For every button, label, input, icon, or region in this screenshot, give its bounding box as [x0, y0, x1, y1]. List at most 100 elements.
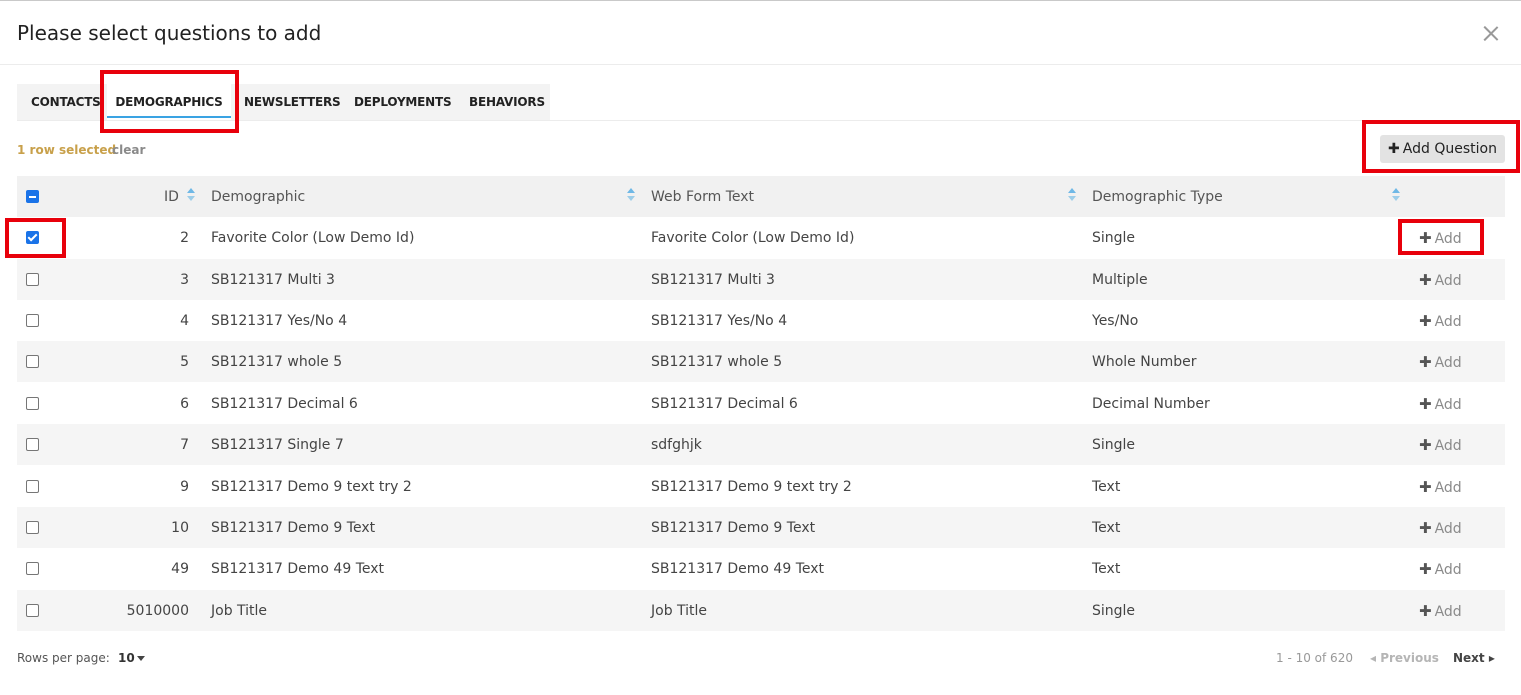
tab-bar-divider: [17, 120, 1505, 121]
sort-icon[interactable]: [627, 188, 635, 204]
plus-icon: ✚: [1419, 478, 1432, 496]
table-row: 4 SB121317 Yes/No 4 SB121317 Yes/No 4 Yes/N…: [17, 300, 1505, 341]
cell-demographic: SB121317 Decimal 6: [211, 396, 358, 412]
cell-web-form-text: SB121317 Yes/No 4: [651, 313, 788, 329]
column-header-web-form-text[interactable]: Web Form Text: [651, 189, 754, 205]
cell-demographic-type: Single: [1092, 230, 1136, 246]
plus-icon: ✚: [1419, 560, 1432, 578]
active-tab-indicator: [107, 116, 231, 118]
plus-icon: ✚: [1419, 519, 1432, 537]
tab-contacts[interactable]: CONTACTS: [31, 84, 101, 120]
next-page-button[interactable]: Next ▸: [1453, 651, 1495, 665]
plus-icon: ✚: [1419, 353, 1432, 371]
add-question-label: Add Question: [1402, 141, 1497, 157]
add-row-button[interactable]: ✚ Add: [1419, 478, 1462, 496]
cell-demographic: SB121317 Multi 3: [211, 272, 335, 288]
cell-demographic-type: Text: [1092, 479, 1121, 495]
cell-demographic-type: Text: [1092, 520, 1121, 536]
plus-icon: ✚: [1419, 395, 1432, 413]
tab-deployments[interactable]: DEPLOYMENTS: [354, 84, 452, 120]
sort-icon[interactable]: [1392, 188, 1400, 204]
cell-web-form-text: SB121317 Demo 9 Text: [651, 520, 816, 536]
plus-icon: ✚: [1388, 141, 1400, 157]
plus-icon: ✚: [1419, 312, 1432, 330]
cell-demographic-type: Whole Number: [1092, 354, 1197, 370]
column-header-id[interactable]: ID: [164, 189, 179, 205]
cell-id: 5: [180, 354, 189, 370]
add-row-button[interactable]: ✚ Add: [1419, 560, 1462, 578]
tab-newsletters[interactable]: NEWSLETTERS: [244, 84, 341, 120]
column-header-demographic-type[interactable]: Demographic Type: [1092, 189, 1223, 205]
add-row-button[interactable]: ✚ Add: [1419, 602, 1462, 620]
cell-web-form-text: Favorite Color (Low Demo Id): [651, 230, 855, 246]
column-header-demographic[interactable]: Demographic: [211, 189, 305, 205]
sort-icon[interactable]: [187, 188, 195, 204]
cell-demographic-type: Text: [1092, 561, 1121, 577]
table-row: 3 SB121317 Multi 3 SB121317 Multi 3 Multipl…: [17, 259, 1505, 300]
cell-id: 9: [180, 479, 189, 495]
add-label: Add: [1434, 273, 1462, 289]
clear-selection-link[interactable]: clear: [112, 143, 145, 157]
cell-demographic-type: Yes/No: [1092, 313, 1139, 329]
table-header: ID Demographic Web Form Text Demographic…: [17, 176, 1505, 217]
pagination-range: 1 - 10 of 620: [1276, 651, 1353, 665]
table-row: 7 SB121317 Single 7 sdfghjk Single ✚ Add: [17, 424, 1505, 465]
table-row: 9 SB121317 Demo 9 text try 2 SB121317 Demo…: [17, 466, 1505, 507]
add-row-button[interactable]: ✚ Add: [1419, 271, 1462, 289]
add-label: Add: [1434, 314, 1462, 330]
table-row: 5010000 Job Title Job Title Single ✚ Add: [17, 590, 1505, 631]
previous-label: Previous: [1380, 651, 1439, 665]
cell-id: 7: [180, 437, 189, 453]
cell-demographic-type: Single: [1092, 603, 1136, 619]
cell-id: 3: [180, 272, 189, 288]
cell-id: 5010000: [126, 603, 189, 619]
cell-demographic: Job Title: [211, 603, 268, 619]
table-row: 2 Favorite Color (Low Demo Id) Favorite Co…: [17, 217, 1505, 258]
rows-per-page-label: Rows per page:: [17, 651, 110, 665]
sort-icon[interactable]: [1068, 188, 1076, 204]
add-row-button[interactable]: ✚ Add: [1419, 353, 1462, 371]
cell-demographic: SB121317 Demo 49 Text: [211, 561, 385, 577]
cell-id: 2: [180, 230, 189, 246]
tab-demographics[interactable]: DEMOGRAPHICS: [107, 84, 231, 120]
modal-header: Please select questions to add: [0, 1, 1521, 65]
cell-web-form-text: SB121317 Demo 9 text try 2: [651, 479, 852, 495]
cell-demographic-type: Decimal Number: [1092, 396, 1210, 412]
chevron-down-icon[interactable]: [137, 656, 145, 661]
add-label: Add: [1434, 521, 1462, 537]
add-label: Add: [1434, 355, 1462, 371]
cell-demographic: SB121317 Demo 9 text try 2: [211, 479, 412, 495]
add-label: Add: [1434, 480, 1462, 496]
next-label: Next: [1453, 651, 1485, 665]
cell-web-form-text: sdfghjk: [651, 437, 702, 453]
add-row-button[interactable]: ✚ Add: [1419, 436, 1462, 454]
plus-icon: ✚: [1419, 271, 1432, 289]
add-question-button[interactable]: ✚ Add Question: [1380, 135, 1505, 163]
selection-count: 1 row selected: [17, 143, 117, 157]
cell-id: 6: [180, 396, 189, 412]
close-icon[interactable]: [1478, 21, 1504, 47]
cell-web-form-text: SB121317 Decimal 6: [651, 396, 798, 412]
add-row-button[interactable]: ✚ Add: [1419, 519, 1462, 537]
select-all-checkbox[interactable]: [26, 190, 39, 203]
table-row: 6 SB121317 Decimal 6 SB121317 Decimal 6 Dec…: [17, 383, 1505, 424]
cell-id: 4: [180, 313, 189, 329]
add-row-button[interactable]: ✚ Add: [1419, 229, 1462, 247]
rows-per-page-select[interactable]: 10: [118, 651, 135, 665]
add-label: Add: [1434, 231, 1462, 247]
cell-id: 10: [171, 520, 189, 536]
add-row-button[interactable]: ✚ Add: [1419, 312, 1462, 330]
table-row: 5 SB121317 whole 5 SB121317 whole 5 Whole N…: [17, 341, 1505, 382]
cell-web-form-text: SB121317 whole 5: [651, 354, 783, 370]
add-label: Add: [1434, 397, 1462, 413]
cell-demographic: SB121317 Single 7: [211, 437, 344, 453]
add-row-button[interactable]: ✚ Add: [1419, 395, 1462, 413]
table-row: 10 SB121317 Demo 9 Text SB121317 Demo 9 Te…: [17, 507, 1505, 548]
add-label: Add: [1434, 438, 1462, 454]
cell-demographic-type: Single: [1092, 437, 1136, 453]
cell-web-form-text: SB121317 Demo 49 Text: [651, 561, 825, 577]
previous-page-button[interactable]: ◂ Previous: [1370, 651, 1439, 665]
cell-demographic: SB121317 Demo 9 Text: [211, 520, 376, 536]
tab-behaviors[interactable]: BEHAVIORS: [469, 84, 545, 120]
table-row: 49 SB121317 Demo 49 Text SB121317 Demo 49 …: [17, 548, 1505, 589]
